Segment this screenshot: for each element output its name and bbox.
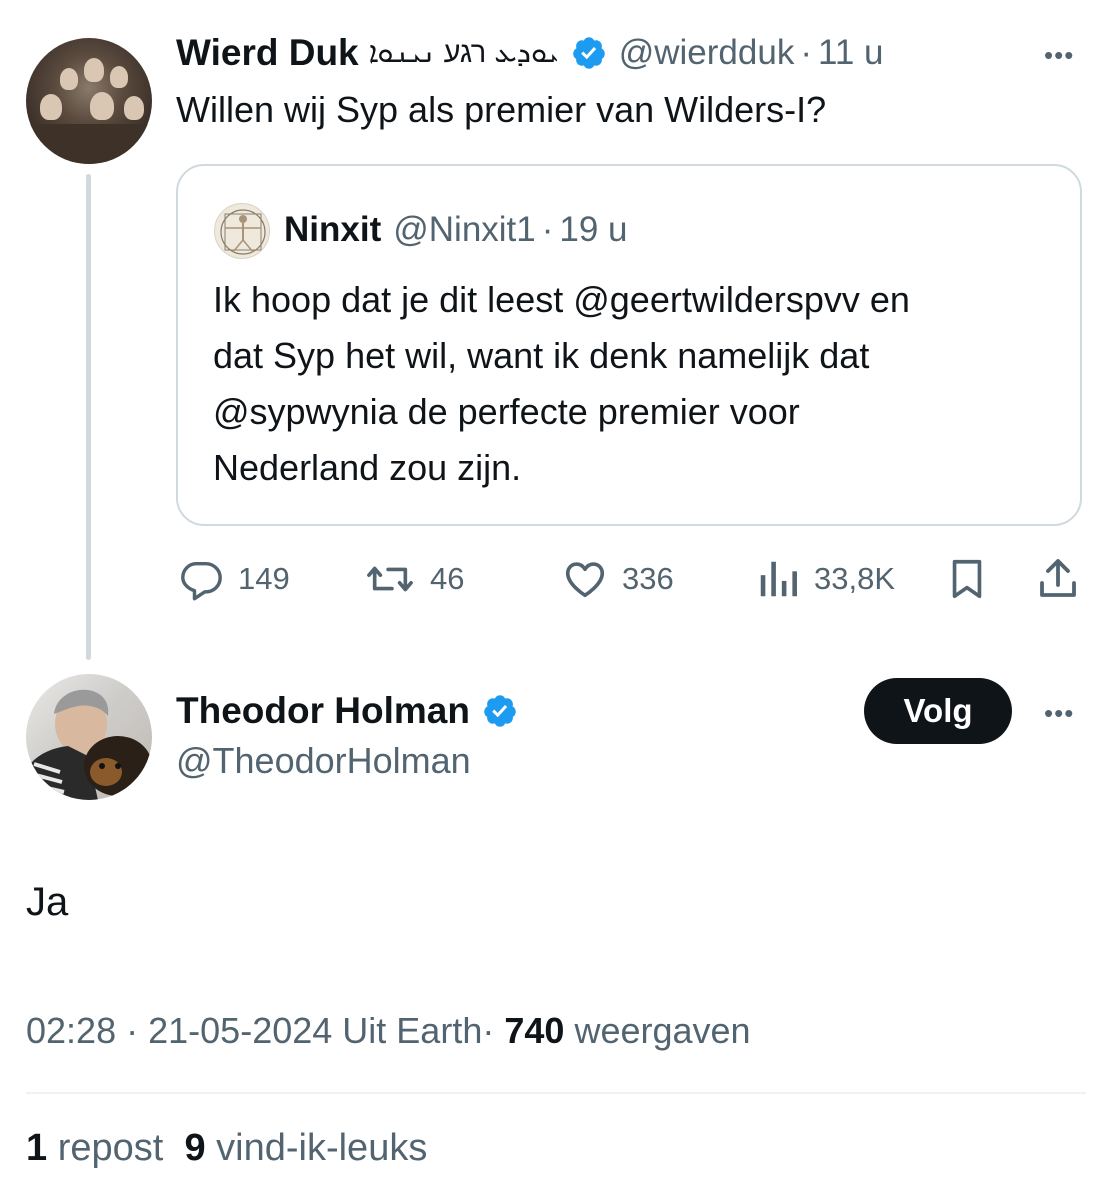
verified-badge-icon (484, 695, 516, 727)
likes-label: vind-ik-leuks (216, 1127, 428, 1169)
share-icon (1040, 559, 1076, 597)
main-tweet-text: Willen wij Syp als premier van Wilders-I… (176, 89, 827, 130)
divider (26, 1092, 1086, 1094)
avatar-table (26, 124, 152, 164)
avatar-photo (26, 689, 152, 800)
quoted-text-line: dat Syp het wil, want ik denk namelijk d… (213, 335, 870, 376)
quoted-handle: @Ninxit1 (393, 210, 536, 249)
repost-icon (367, 566, 413, 592)
views-total: 740 (504, 1010, 565, 1051)
main-more-icon[interactable]: ••• (1044, 40, 1074, 71)
main-tweet-time[interactable]: 11 u (818, 33, 884, 73)
views-label: weergaven (574, 1010, 751, 1051)
avatar-figure (90, 92, 114, 120)
reply-count: 149 (238, 561, 290, 596)
reply-display-name[interactable]: Theodor Holman (176, 690, 470, 732)
likes-total: 9 (184, 1127, 206, 1169)
main-tweet-header: Wierd Duk ܝܘܕܥ רגע ܢܝܢܘܐ @wierdduk · 11 … (176, 28, 884, 78)
like-count: 336 (622, 561, 674, 596)
share-button[interactable] (1034, 555, 1082, 608)
thread-line (86, 174, 91, 660)
engagement-stats: 1 repost 9 vind-ik-leuks (26, 1127, 427, 1170)
quoted-display-name: Ninxit (284, 210, 382, 249)
separator-dot: · (541, 210, 554, 249)
wierd-duk-avatar[interactable] (26, 38, 152, 164)
repost-label: repost (57, 1127, 164, 1169)
reply-icon (181, 561, 222, 601)
reply-button[interactable]: 149 (178, 556, 290, 602)
separator-dot: · (482, 1010, 495, 1051)
repost-button[interactable]: 46 (364, 556, 464, 602)
verified-badge-icon (572, 37, 605, 69)
likes-stat[interactable]: 9 vind-ik-leuks (184, 1127, 427, 1169)
reply-tweet-text: Ja (26, 880, 69, 924)
avatar-figure (84, 58, 104, 82)
avatar-figure (110, 66, 128, 88)
main-handle[interactable]: @wierdduk (619, 33, 795, 73)
ninxit-avatar (214, 203, 270, 259)
heart-icon (565, 562, 605, 598)
tweet-source: Uit Earth (342, 1010, 483, 1051)
views-chart-icon (760, 561, 797, 597)
quoted-text-line: @sypwynia de perfecte premier voor (213, 391, 800, 432)
bookmark-button[interactable] (944, 555, 990, 608)
vitruvian-man-icon (220, 209, 266, 255)
repost-total: 1 (26, 1127, 48, 1169)
bookmark-icon (952, 559, 982, 599)
reply-tweet-header: Theodor Holman (176, 686, 518, 736)
follow-button[interactable]: Volg (864, 678, 1012, 744)
avatar-figure (60, 68, 78, 90)
repost-stat[interactable]: 1 repost (26, 1127, 163, 1169)
tweet-date[interactable]: 21-05-2024 (148, 1010, 332, 1051)
quoted-time: 19 u (559, 210, 628, 249)
repost-count: 46 (430, 561, 465, 596)
tweet-time[interactable]: 02:28 (26, 1010, 116, 1051)
avatar-figure (40, 94, 62, 120)
quoted-text-line: Ik hoop dat je dit leest @geertwilderspv… (213, 279, 910, 320)
reply-handle[interactable]: @TheodorHolman (176, 740, 471, 782)
quoted-tweet-header: Ninxit @Ninxit1 · 19 u (284, 207, 628, 253)
separator-dot: · (800, 33, 812, 72)
main-display-name[interactable]: Wierd Duk (176, 32, 359, 74)
tweet-metadata: 02:28 · 21-05-2024 Uit Earth· 740 weerga… (26, 1010, 751, 1052)
reply-more-icon[interactable]: ••• (1044, 698, 1074, 729)
separator-dot: · (126, 1010, 139, 1051)
quoted-text-line: Nederland zou zijn. (213, 447, 522, 488)
name-decoration: ܝܘܕܥ רגע ܢܝܢܘܐ (368, 36, 559, 69)
quoted-tweet-text: Ik hoop dat je dit leest @geertwilderspv… (213, 272, 1063, 496)
views-count: 33,8K (814, 561, 896, 596)
like-button[interactable]: 336 (562, 556, 674, 602)
theodor-holman-avatar[interactable] (26, 674, 152, 800)
views-button[interactable]: 33,8K (756, 556, 895, 602)
avatar-figure (124, 96, 144, 120)
